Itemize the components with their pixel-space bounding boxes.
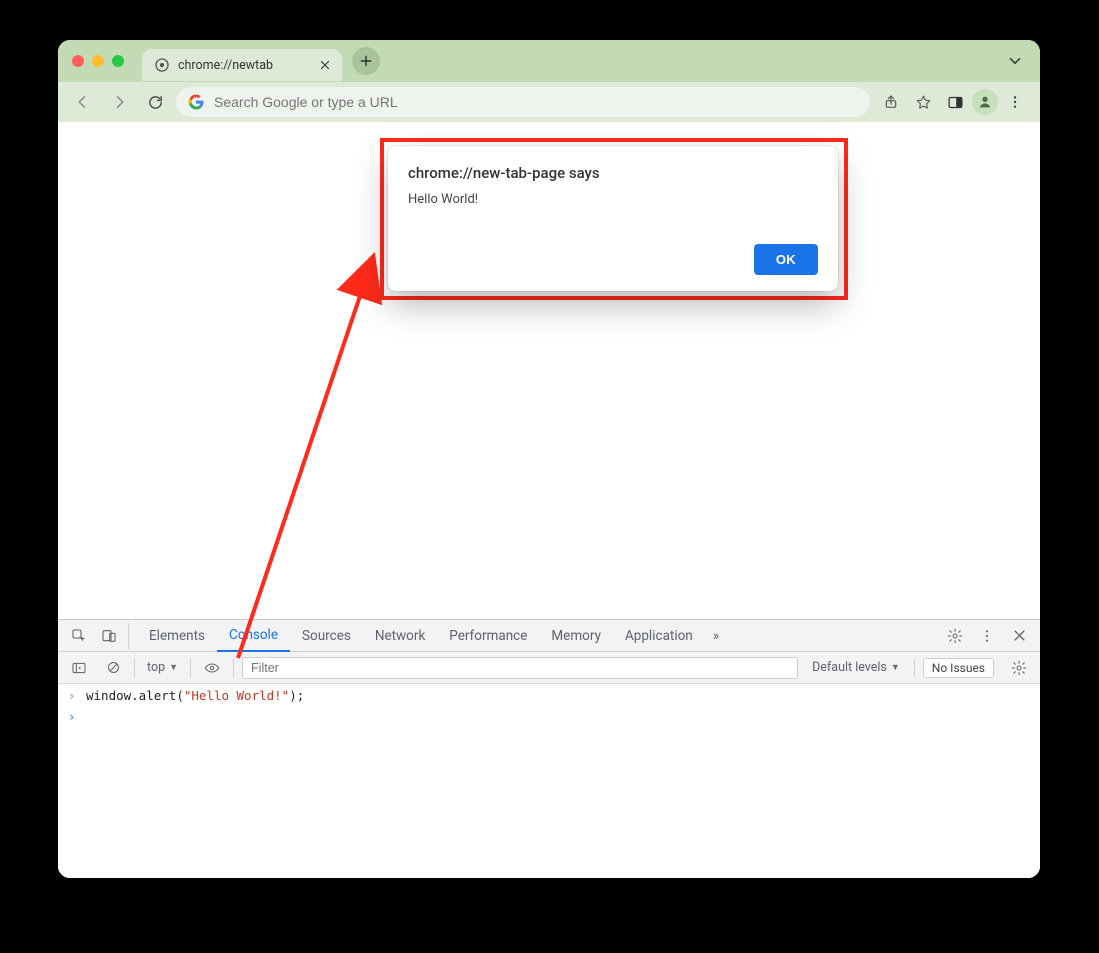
- clear-console-icon[interactable]: [100, 655, 126, 681]
- tab-title: chrome://newtab: [178, 58, 310, 73]
- devtools-console-toolbar: top ▼ Default levels ▼ No Issues: [58, 652, 1040, 684]
- new-tab-button[interactable]: [352, 47, 380, 75]
- devtools-kebab-icon[interactable]: [974, 623, 1000, 649]
- devtools-tab-sources[interactable]: Sources: [290, 620, 363, 652]
- kebab-menu-icon[interactable]: [1000, 87, 1030, 117]
- reload-button[interactable]: [140, 87, 170, 117]
- tab-close-button[interactable]: [318, 58, 332, 72]
- devtools-tab-application[interactable]: Application: [613, 620, 705, 652]
- js-alert-dialog: chrome://new-tab-page says Hello World! …: [388, 146, 838, 291]
- alert-title: chrome://new-tab-page says: [408, 164, 818, 182]
- console-output[interactable]: › window.alert("Hello World!"); ›: [58, 684, 1040, 878]
- google-g-icon: [188, 94, 204, 110]
- devtools-tab-elements[interactable]: Elements: [137, 620, 217, 652]
- tab-list-chevron-icon[interactable]: [1006, 52, 1024, 70]
- browser-window: chrome://newtab: [58, 40, 1040, 878]
- devtools-panel: Elements Console Sources Network Perform…: [58, 619, 1040, 878]
- code-token-string: "Hello World!": [184, 688, 289, 703]
- inspect-element-icon[interactable]: [66, 623, 92, 649]
- device-toggle-icon[interactable]: [96, 623, 122, 649]
- alert-ok-button[interactable]: OK: [754, 244, 818, 275]
- bookmark-star-icon[interactable]: [908, 87, 938, 117]
- code-token-punct: (: [176, 688, 184, 703]
- console-input-caret-icon: ›: [68, 688, 78, 703]
- profile-avatar[interactable]: [972, 89, 998, 115]
- devtools-settings-icon[interactable]: [942, 623, 968, 649]
- back-button[interactable]: [68, 87, 98, 117]
- console-context-label: top: [147, 660, 165, 675]
- window-close-button[interactable]: [72, 55, 84, 67]
- share-icon[interactable]: [876, 87, 906, 117]
- devtools-tab-more[interactable]: »: [705, 620, 727, 652]
- side-panel-icon[interactable]: [940, 87, 970, 117]
- live-expression-eye-icon[interactable]: [199, 655, 225, 681]
- console-prompt-caret-icon: ›: [68, 709, 78, 724]
- alert-message: Hello World!: [408, 192, 818, 207]
- code-token-fn: window.alert: [86, 688, 176, 703]
- browser-toolbar: [58, 82, 1040, 122]
- chrome-favicon-icon: [154, 57, 170, 73]
- window-controls: [72, 55, 124, 67]
- devtools-tab-network[interactable]: Network: [363, 620, 437, 652]
- console-filter-input[interactable]: [242, 657, 798, 679]
- window-minimize-button[interactable]: [92, 55, 104, 67]
- forward-button[interactable]: [104, 87, 134, 117]
- omnibox[interactable]: [176, 87, 870, 117]
- devtools-tab-performance[interactable]: Performance: [437, 620, 539, 652]
- tab-strip: chrome://newtab: [58, 40, 1040, 82]
- log-levels-select[interactable]: Default levels ▼: [806, 660, 906, 675]
- console-context-select[interactable]: top ▼: [143, 660, 182, 675]
- console-line: › window.alert("Hello World!");: [58, 684, 1040, 705]
- issues-pill[interactable]: No Issues: [923, 658, 994, 678]
- console-settings-icon[interactable]: [1006, 655, 1032, 681]
- dropdown-triangle-icon: ▼: [169, 662, 178, 673]
- devtools-tab-console[interactable]: Console: [217, 620, 290, 652]
- console-sidebar-toggle-icon[interactable]: [66, 655, 92, 681]
- console-prompt[interactable]: ›: [58, 705, 1040, 726]
- browser-tab[interactable]: chrome://newtab: [142, 49, 342, 81]
- log-levels-label: Default levels: [812, 660, 887, 675]
- dropdown-triangle-icon: ▼: [891, 662, 900, 673]
- omnibox-input[interactable]: [214, 94, 858, 110]
- window-zoom-button[interactable]: [112, 55, 124, 67]
- devtools-tabbar: Elements Console Sources Network Perform…: [58, 620, 1040, 652]
- devtools-close-icon[interactable]: [1006, 623, 1032, 649]
- devtools-tab-memory[interactable]: Memory: [539, 620, 613, 652]
- code-token-punct: );: [289, 688, 304, 703]
